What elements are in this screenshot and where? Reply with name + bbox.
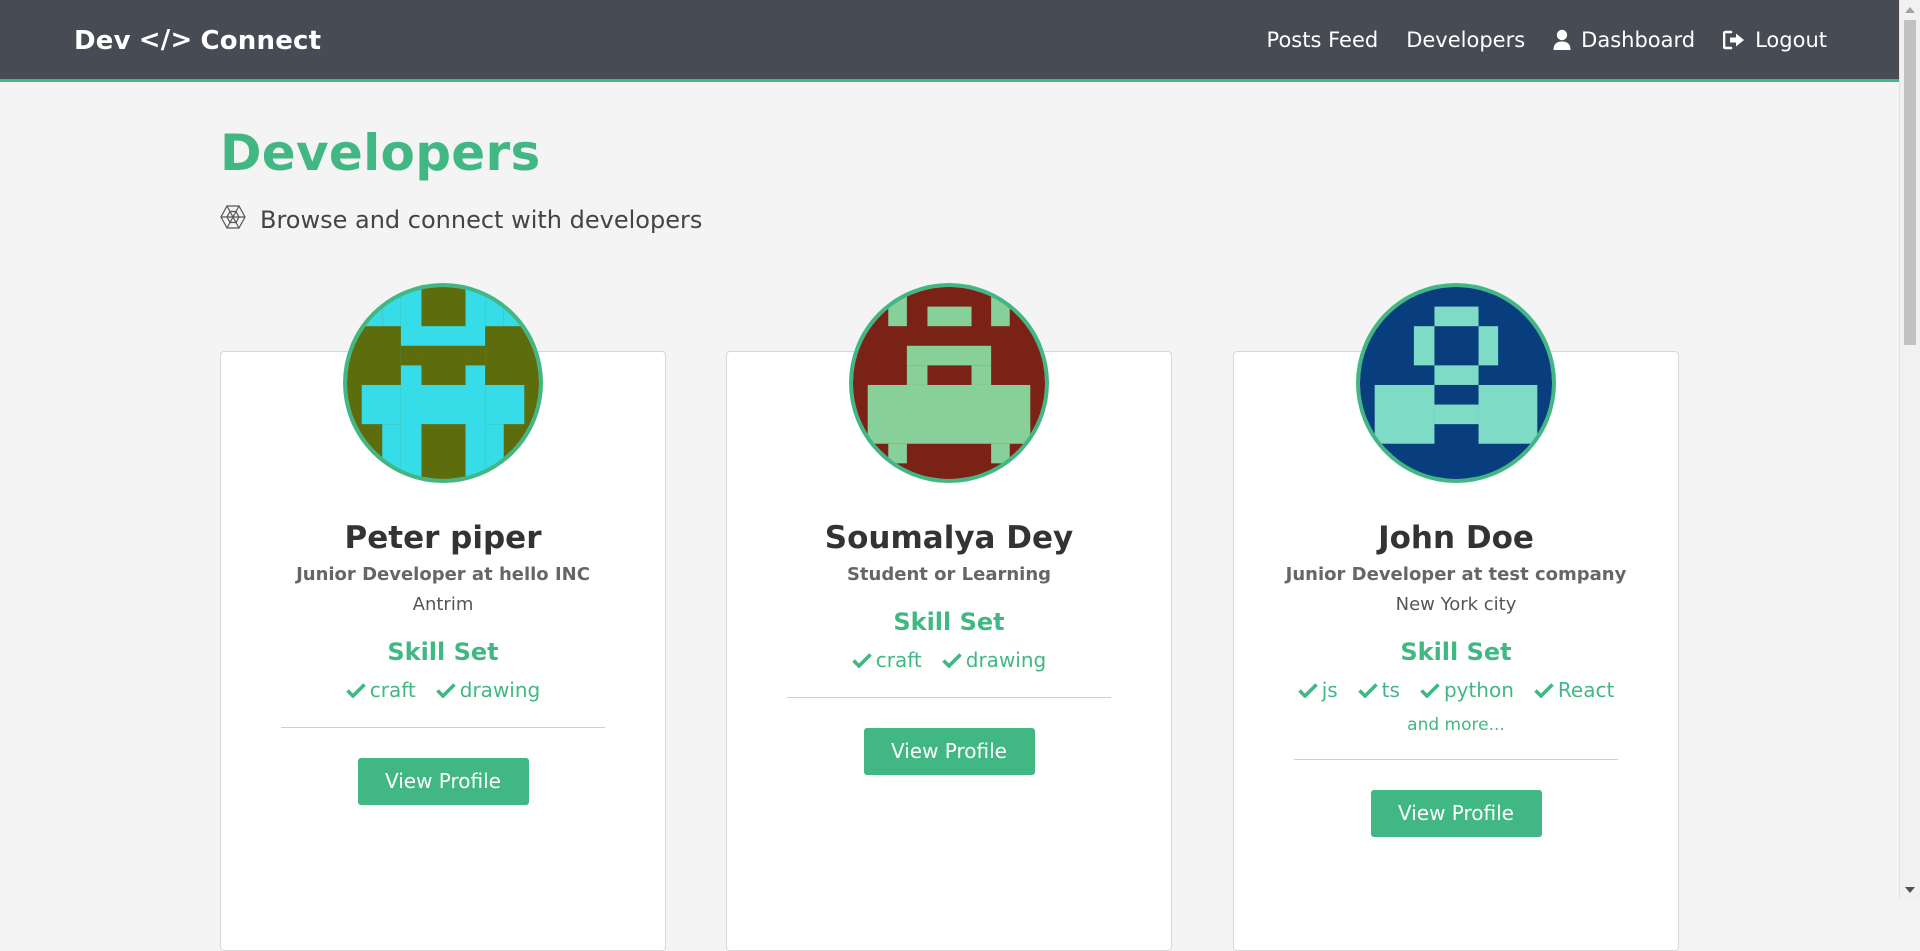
nav-developers[interactable]: Developers <box>1406 28 1525 52</box>
top-navbar: Dev </> Connect Posts Feed Developers Da… <box>0 0 1899 82</box>
skill-label: drawing <box>459 678 541 702</box>
skill-item: React <box>1534 677 1614 703</box>
skill-item: drawing <box>941 647 1047 673</box>
check-icon <box>1357 683 1378 698</box>
skill-label: js <box>1321 678 1338 702</box>
nav-dashboard[interactable]: Dashboard <box>1553 28 1695 52</box>
page-scrollbar[interactable] <box>1899 0 1920 900</box>
logout-icon <box>1723 30 1745 50</box>
skill-set-heading: Skill Set <box>893 608 1005 636</box>
developer-status: Student or Learning <box>846 564 1052 585</box>
brand-logo[interactable]: Dev </> Connect <box>74 25 322 56</box>
subtitle-text: Browse and connect with developers <box>260 206 703 234</box>
nav-posts-feed-label: Posts Feed <box>1266 28 1379 52</box>
developer-status: Junior Developer at hello INC <box>296 564 590 585</box>
view-profile-button[interactable]: View Profile <box>863 728 1035 775</box>
skill-item: python <box>1420 677 1514 703</box>
skill-label: ts <box>1381 678 1400 702</box>
scroll-up-arrow-icon[interactable] <box>1905 7 1915 13</box>
scrollbar-thumb[interactable] <box>1904 20 1916 345</box>
user-icon <box>1553 29 1571 51</box>
avatar[interactable] <box>849 283 1049 483</box>
connectdevelop-icon <box>220 205 246 235</box>
page-title: Developers <box>220 124 541 182</box>
developer-status: Junior Developer at test company <box>1285 564 1627 585</box>
view-profile-button[interactable]: View Profile <box>357 758 529 805</box>
more-skills-text: and more... <box>1407 715 1505 735</box>
card-divider <box>281 727 605 728</box>
nav-posts-feed[interactable]: Posts Feed <box>1267 28 1379 52</box>
skill-item: craft <box>851 647 922 673</box>
check-icon <box>1534 683 1554 698</box>
developer-card-body: Peter piper Junior Developer at hello IN… <box>221 519 665 805</box>
skill-list: craft drawing <box>221 677 665 703</box>
developer-card-body: Soumalya Dey Student or Learning Skill S… <box>727 519 1171 775</box>
developer-name: Peter piper <box>344 520 542 556</box>
brand-connect-text: Connect <box>200 26 322 56</box>
developer-name: John Doe <box>1378 520 1534 556</box>
nav-links: Posts Feed Developers Dashboard Logout <box>1267 28 1827 52</box>
card-divider <box>1294 759 1618 760</box>
developer-card-body: John Doe Junior Developer at test compan… <box>1234 519 1678 837</box>
nav-dashboard-label: Dashboard <box>1581 28 1696 52</box>
skill-item: drawing <box>435 677 541 703</box>
check-icon <box>1297 683 1318 698</box>
skill-label: craft <box>369 678 416 702</box>
page-subtitle: Browse and connect with developers <box>220 205 702 235</box>
skill-list: craft drawing <box>727 647 1171 673</box>
nav-logout-label: Logout <box>1755 28 1827 52</box>
developer-location: Antrim <box>412 594 474 615</box>
nav-developers-label: Developers <box>1406 28 1526 52</box>
skill-item: js <box>1297 677 1338 703</box>
skill-label: drawing <box>965 648 1047 672</box>
check-icon <box>851 653 872 668</box>
skill-label: craft <box>875 648 922 672</box>
skill-set-heading: Skill Set <box>1400 638 1512 666</box>
view-profile-button[interactable]: View Profile <box>1370 790 1542 837</box>
check-icon <box>435 683 456 698</box>
developer-location: New York city <box>1395 594 1517 615</box>
developer-name: Soumalya Dey <box>824 520 1074 556</box>
skill-label: python <box>1443 678 1514 702</box>
skill-item: craft <box>345 677 416 703</box>
skill-set-heading: Skill Set <box>387 638 499 666</box>
avatar-identicon-1 <box>347 287 539 479</box>
skill-item: ts <box>1357 677 1400 703</box>
check-icon <box>1420 683 1440 698</box>
avatar[interactable] <box>343 283 543 483</box>
skill-label: React <box>1557 678 1615 702</box>
skill-list: js ts python React <box>1234 677 1678 703</box>
brand-dev-text: Dev <box>74 26 131 56</box>
avatar-identicon-2 <box>853 287 1045 479</box>
check-icon <box>345 683 366 698</box>
avatar-identicon-3 <box>1360 287 1552 479</box>
scroll-down-arrow-icon[interactable] <box>1905 887 1915 893</box>
code-icon: </> <box>138 25 193 55</box>
nav-logout[interactable]: Logout <box>1723 28 1827 52</box>
avatar[interactable] <box>1356 283 1556 483</box>
card-divider <box>787 697 1111 698</box>
check-icon <box>941 653 962 668</box>
